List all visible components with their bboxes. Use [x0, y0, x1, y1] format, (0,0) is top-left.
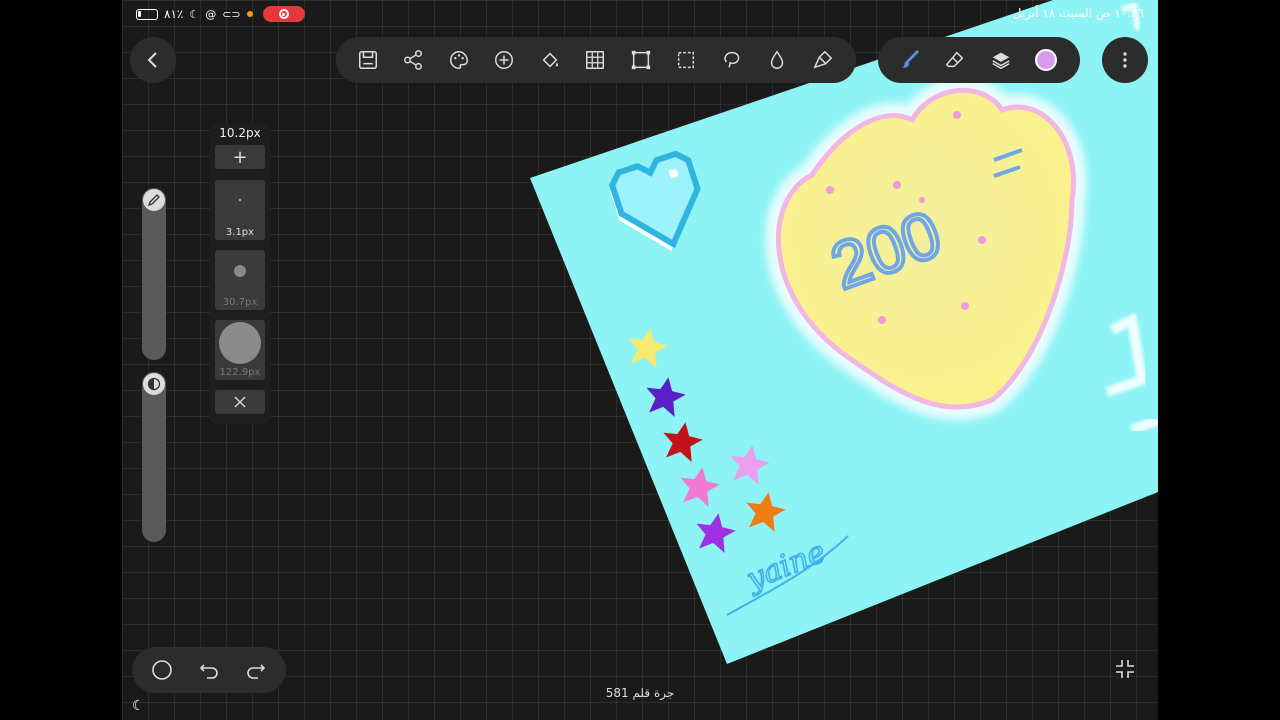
selection-icon	[678, 51, 695, 69]
grid-icon	[586, 51, 605, 69]
brush-size-value: 10.2px	[219, 126, 261, 140]
color-picker-button[interactable]	[1024, 40, 1070, 80]
add-circle-icon	[495, 51, 514, 69]
battery-icon	[136, 8, 158, 20]
brush-toolbar	[878, 37, 1080, 83]
drawing-app-screen: 200 yaine ٨١٪ ☾ @ ⊂⊃ ١٠:٣٦ ص السبت ١٨ أب…	[122, 0, 1158, 720]
moon-icon: ☾	[189, 7, 200, 21]
artwork-canvas[interactable]: 200 yaine	[122, 0, 1158, 720]
mic-indicator-dot	[246, 11, 253, 17]
brush-size-panel: 10.2px + 3.1px 30.7px 122.9px	[210, 124, 270, 424]
eraser-button[interactable]	[933, 40, 979, 80]
preset-dot	[234, 265, 246, 277]
size-preset-label: 3.1px	[225, 227, 255, 238]
share-button[interactable]	[391, 40, 437, 80]
layers-button[interactable]	[978, 40, 1024, 80]
droplet-icon	[771, 50, 784, 69]
chevron-left-icon	[147, 52, 157, 68]
size-preset-small[interactable]: 3.1px	[215, 180, 265, 240]
screen-recording-indicator[interactable]	[262, 6, 305, 22]
transform-icon	[631, 50, 650, 70]
grid-button[interactable]	[573, 40, 619, 80]
battery-percent: ٨١٪	[164, 7, 184, 21]
redo-button[interactable]	[236, 650, 276, 690]
shape-button[interactable]	[142, 650, 182, 690]
collapse-icon	[1116, 660, 1134, 678]
transform-button[interactable]	[618, 40, 664, 80]
add-button[interactable]	[482, 40, 528, 80]
fill-button[interactable]	[527, 40, 573, 80]
eraser-icon	[946, 51, 964, 68]
increase-size-button[interactable]: +	[215, 145, 265, 169]
main-toolbar	[336, 37, 856, 83]
more-options-button[interactable]	[1102, 37, 1148, 83]
fullscreen-button[interactable]	[1110, 654, 1140, 684]
palette-icon	[449, 51, 468, 69]
lasso-icon	[724, 51, 740, 68]
letterbox-left	[0, 0, 122, 720]
smudge-button[interactable]	[800, 40, 846, 80]
brush-button[interactable]	[887, 40, 933, 80]
link-icon: ⊂⊃	[222, 7, 241, 21]
preset-dot	[239, 199, 241, 201]
lasso-button[interactable]	[709, 40, 755, 80]
redo-icon	[247, 664, 266, 679]
size-preset-large[interactable]: 122.9px	[215, 320, 265, 380]
status-datetime: ١٠:٣٦ ص السبت ١٨ أبريل	[1012, 6, 1144, 20]
stroke-count: 581 جرة قلم	[605, 686, 675, 700]
brush-icon	[901, 50, 919, 68]
more-vertical-icon	[1123, 52, 1127, 68]
size-preset-medium[interactable]: 30.7px	[215, 250, 265, 310]
circle-icon	[151, 660, 172, 680]
save-button[interactable]	[345, 40, 391, 80]
undo-button[interactable]	[189, 650, 229, 690]
save-icon	[358, 51, 377, 69]
undo-icon	[199, 664, 218, 679]
liquify-button[interactable]	[755, 40, 801, 80]
record-icon	[278, 9, 289, 19]
moon-icon: ☾	[132, 698, 145, 714]
select-button[interactable]	[664, 40, 710, 80]
opacity-icon	[147, 377, 161, 391]
close-icon	[234, 396, 246, 408]
size-preset-label: 122.9px	[219, 367, 261, 378]
opacity-slider-knob[interactable]	[143, 373, 165, 395]
status-bar-left: ٨١٪ ☾ @ ⊂⊃	[136, 6, 305, 22]
back-button[interactable]	[130, 37, 176, 83]
smudge-brush-icon	[813, 50, 833, 69]
preset-dot	[219, 322, 261, 364]
pencil-icon	[147, 194, 160, 207]
layers-icon	[992, 52, 1010, 70]
brush-size-slider[interactable]	[142, 188, 166, 360]
brush-size-slider-knob[interactable]	[143, 189, 165, 211]
paint-bucket-icon	[542, 52, 558, 68]
current-color-swatch	[1035, 49, 1058, 71]
plus-icon: +	[232, 146, 248, 168]
at-icon: @	[205, 7, 217, 21]
letterbox-right	[1158, 0, 1280, 720]
palette-button[interactable]	[436, 40, 482, 80]
share-icon	[404, 50, 423, 70]
opacity-slider[interactable]	[142, 372, 166, 542]
size-preset-label: 30.7px	[222, 297, 258, 308]
close-size-panel-button[interactable]	[215, 390, 265, 414]
